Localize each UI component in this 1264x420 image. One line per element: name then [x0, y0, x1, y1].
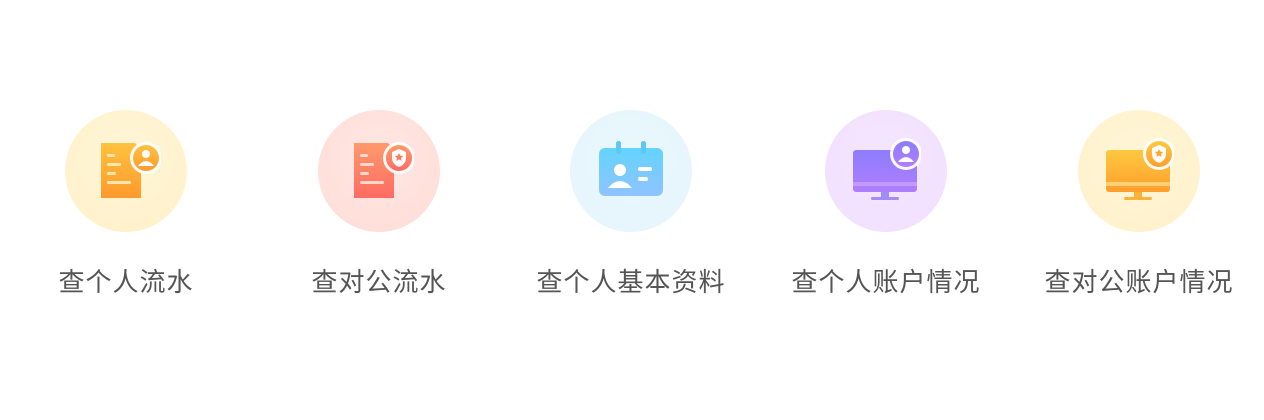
personal-statement-icon	[101, 142, 161, 198]
personal-account-monitor-icon	[853, 138, 921, 200]
menu-item-personal-profile[interactable]: 查个人基本资料	[511, 110, 751, 298]
personal-statement-label: 查个人流水	[58, 268, 194, 298]
corporate-statement-icon-bg	[318, 110, 440, 232]
personal-account-label: 查个人账户情况	[791, 268, 981, 298]
personal-profile-icon-bg	[570, 110, 692, 232]
corporate-statement-icon	[354, 142, 414, 198]
menu-item-personal-statement[interactable]: 查个人流水	[6, 110, 246, 298]
corporate-statement-label: 查对公流水	[311, 268, 447, 298]
menu-item-corporate-account[interactable]: 查对公账户情况	[1019, 110, 1259, 298]
corporate-account-icon-bg	[1078, 110, 1200, 232]
personal-id-card-icon	[599, 141, 663, 196]
menu-item-corporate-statement[interactable]: 查对公流水	[259, 110, 499, 298]
menu-item-personal-account[interactable]: 查个人账户情况	[766, 110, 1006, 298]
personal-statement-icon-bg	[65, 110, 187, 232]
personal-account-icon-bg	[825, 110, 947, 232]
corporate-account-monitor-icon	[1106, 138, 1174, 200]
corporate-account-label: 查对公账户情况	[1044, 268, 1234, 298]
personal-profile-label: 查个人基本资料	[536, 268, 726, 298]
